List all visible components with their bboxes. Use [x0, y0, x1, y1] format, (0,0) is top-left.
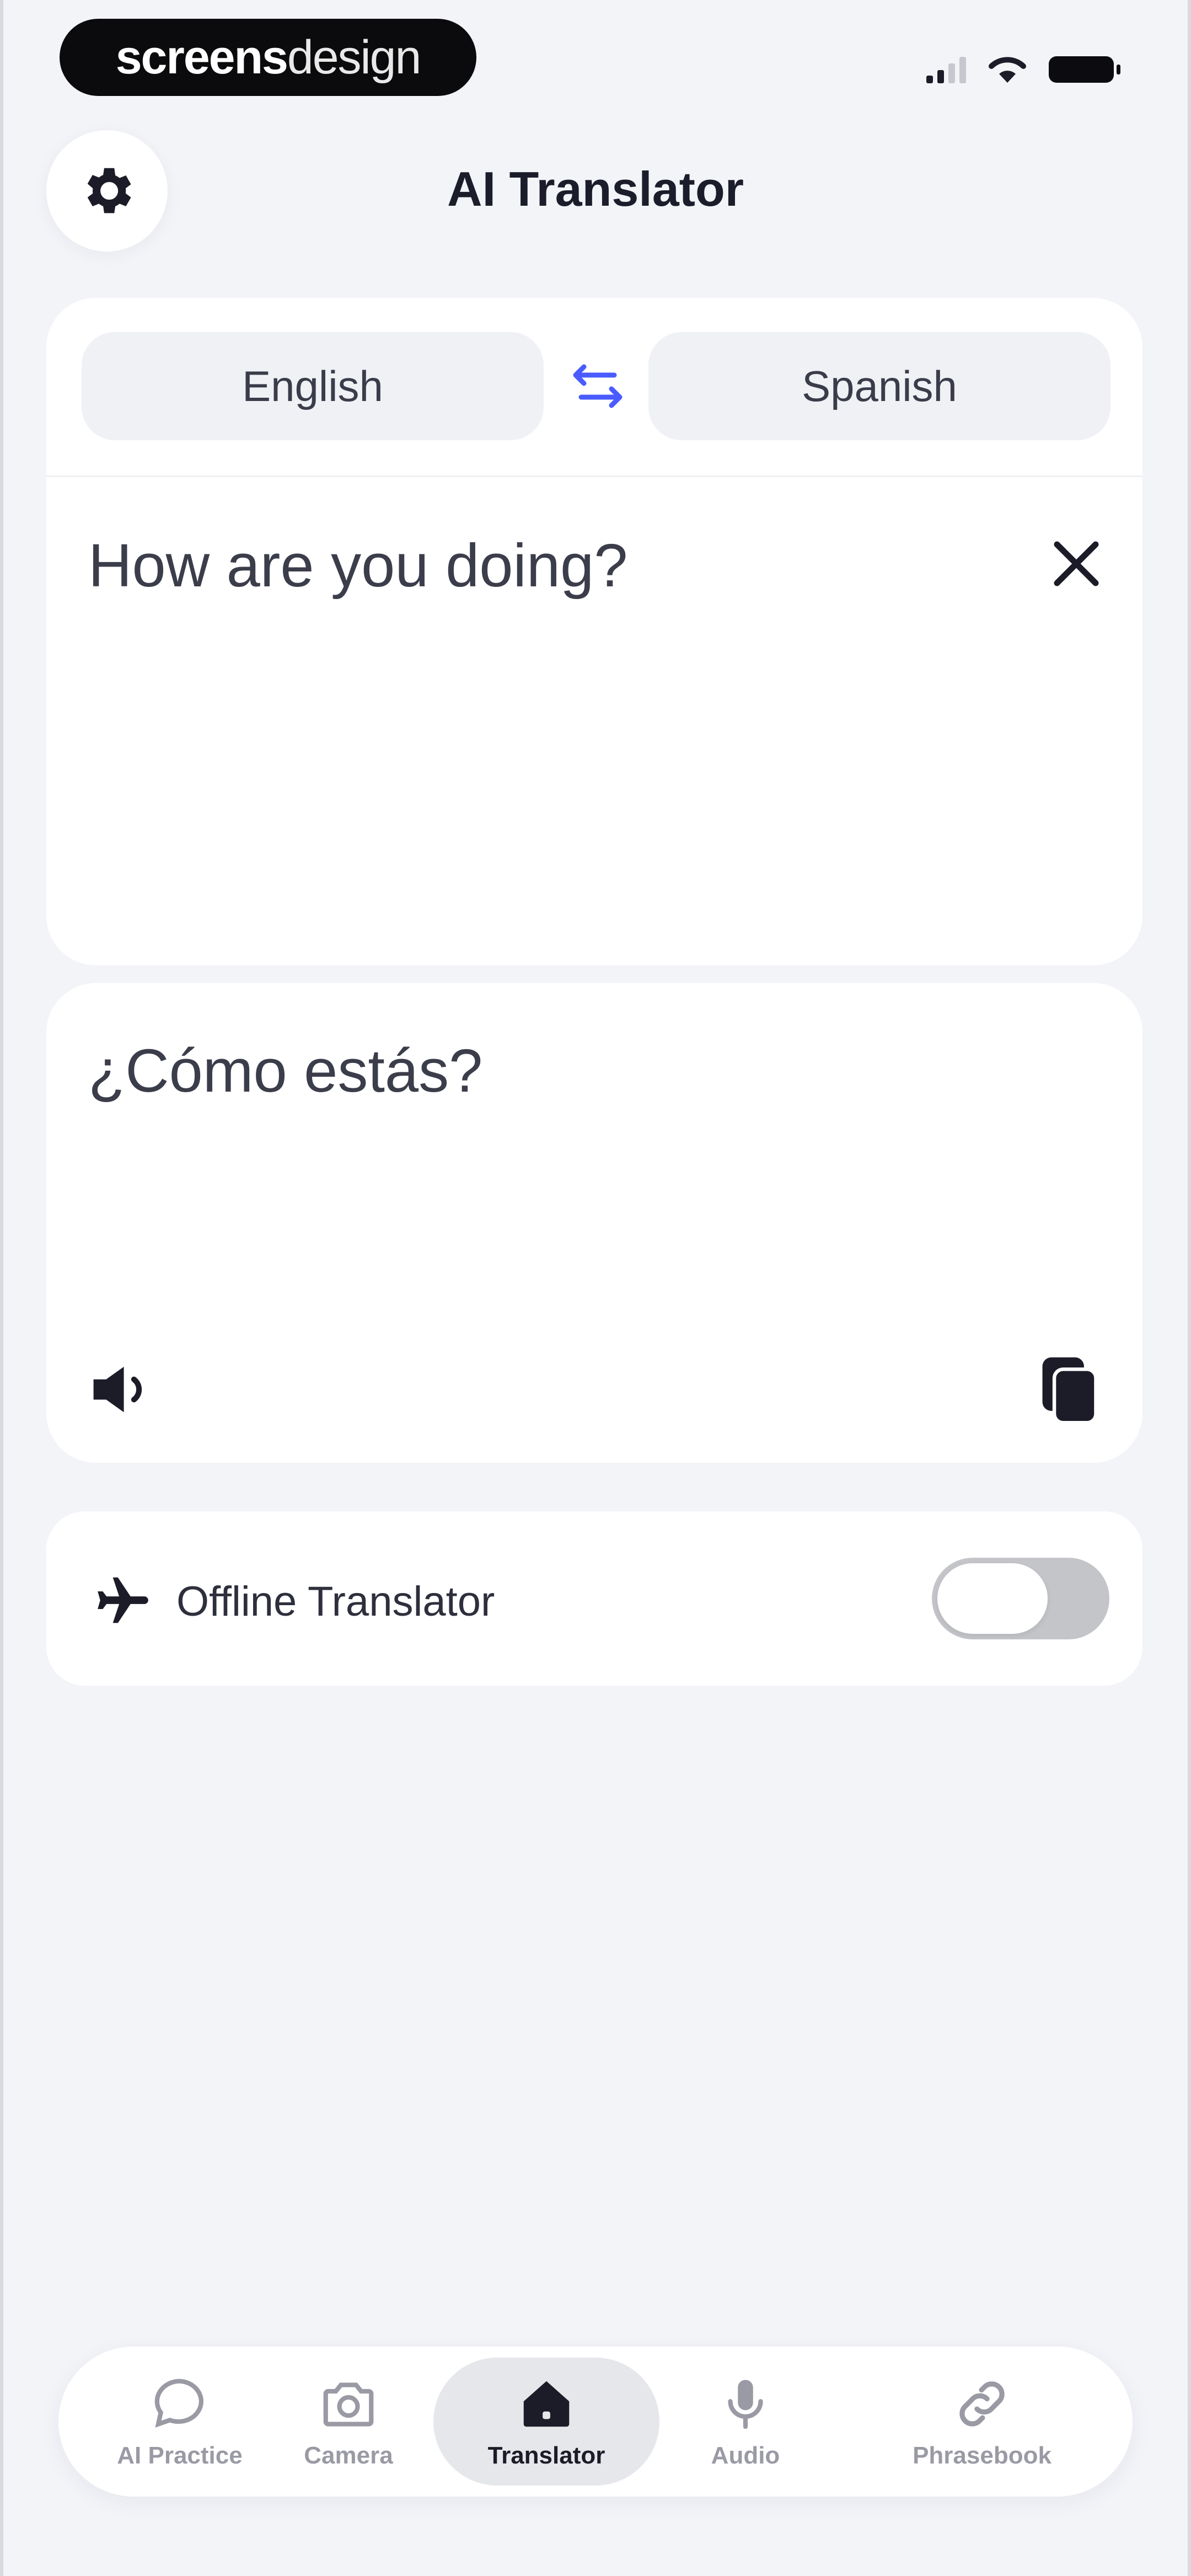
- home-icon: [523, 2381, 570, 2427]
- chat-bubble-icon: [154, 2379, 203, 2428]
- offline-translator-label: Offline Translator: [176, 1578, 495, 1625]
- tab-label: Camera: [304, 2442, 393, 2469]
- status-icons: [926, 53, 1120, 86]
- offline-translator-toggle[interactable]: [932, 1558, 1109, 1639]
- translation-output-card: ¿Cómo estás?: [46, 983, 1142, 1463]
- close-icon[interactable]: [1043, 531, 1109, 597]
- airplane-icon: [98, 1577, 148, 1623]
- tab-label: AI Practice: [117, 2442, 243, 2469]
- wifi-icon: [989, 57, 1026, 83]
- source-language-button[interactable]: English: [82, 332, 544, 440]
- card-divider: [46, 475, 1142, 477]
- brand-watermark: screens design: [60, 19, 476, 96]
- toggle-knob: [937, 1563, 1048, 1634]
- tab-label: Audio: [711, 2442, 780, 2469]
- speaker-icon[interactable]: [88, 1359, 154, 1420]
- copy-icon[interactable]: [1033, 1351, 1105, 1429]
- battery-icon: [1049, 56, 1120, 83]
- camera-icon: [323, 2382, 374, 2427]
- brand-bold-text: screens: [115, 30, 288, 84]
- link-icon: [959, 2381, 1005, 2427]
- page-title: AI Translator: [447, 162, 744, 216]
- translation-input-card: English Spanish How are you doing?: [46, 298, 1142, 1207]
- bottom-tab-bar: AI Practice Camera Translator Audio Phra…: [58, 2347, 1133, 2497]
- tab-label: Translator: [487, 2442, 605, 2469]
- tab-phrasebook[interactable]: Phrasebook: [858, 2358, 1106, 2486]
- brand-light-text: design: [287, 30, 421, 84]
- target-language-button[interactable]: Spanish: [648, 332, 1110, 440]
- signal-icon: [926, 56, 966, 83]
- translated-text: ¿Cómo estás?: [88, 1037, 483, 1105]
- microphone-icon: [728, 2380, 763, 2429]
- source-text-input[interactable]: How are you doing?: [88, 531, 627, 601]
- swap-arrows-icon[interactable]: [565, 353, 631, 419]
- tab-translator[interactable]: Translator: [433, 2358, 659, 2486]
- offline-translator-row: Offline Translator: [46, 1511, 1142, 1686]
- tab-audio[interactable]: Audio: [646, 2358, 845, 2486]
- tab-label: Phrasebook: [913, 2442, 1051, 2469]
- tab-camera[interactable]: Camera: [249, 2358, 448, 2486]
